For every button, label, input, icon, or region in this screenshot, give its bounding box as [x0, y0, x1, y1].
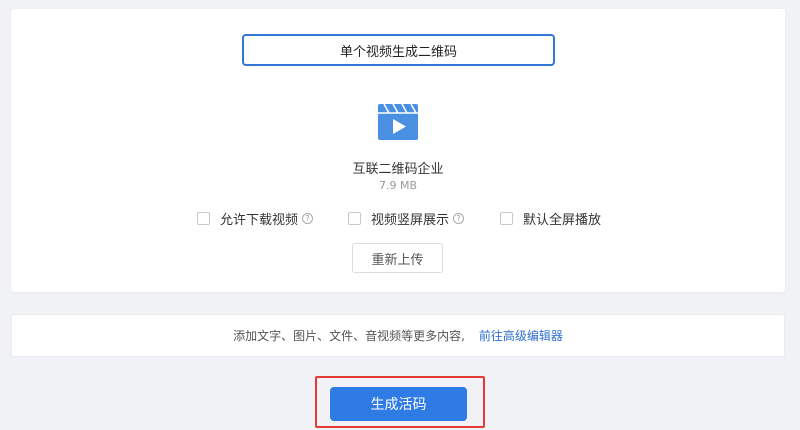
generate-qr-button[interactable]: 生成活码 [330, 387, 467, 421]
fullscreen-play-label: 默认全屏播放 [523, 212, 602, 228]
help-icon[interactable]: ? [453, 212, 465, 224]
file-size: 7.9 MB [378, 179, 418, 192]
advanced-editor-hint: 添加文字、图片、文件、音视频等更多内容, 前往高级编辑器 [11, 314, 785, 357]
fullscreen-play-checkbox[interactable] [500, 211, 513, 225]
hint-text: 添加文字、图片、文件、音视频等更多内容, [233, 329, 465, 343]
vertical-display-label: 视频竖屏展示 [371, 212, 450, 228]
upload-card: 互联二维码企业 7.9 MB 允许下载视频 ? 视频竖屏展示 ? 默认全屏播放 … [11, 9, 785, 292]
title-input[interactable] [242, 34, 555, 66]
advanced-editor-link[interactable]: 前往高级编辑器 [479, 327, 563, 344]
file-name: 互联二维码企业 [352, 162, 444, 177]
option-allow-download[interactable]: 允许下载视频 ? [197, 209, 314, 228]
reupload-button[interactable]: 重新上传 [352, 243, 443, 273]
allow-download-label: 允许下载视频 [220, 212, 299, 228]
help-icon[interactable]: ? [302, 212, 314, 224]
allow-download-checkbox[interactable] [197, 211, 210, 225]
option-vertical-display[interactable]: 视频竖屏展示 ? [348, 209, 465, 228]
vertical-display-checkbox[interactable] [348, 211, 361, 225]
video-file-icon [378, 103, 418, 140]
option-fullscreen-play[interactable]: 默认全屏播放 [500, 209, 602, 228]
